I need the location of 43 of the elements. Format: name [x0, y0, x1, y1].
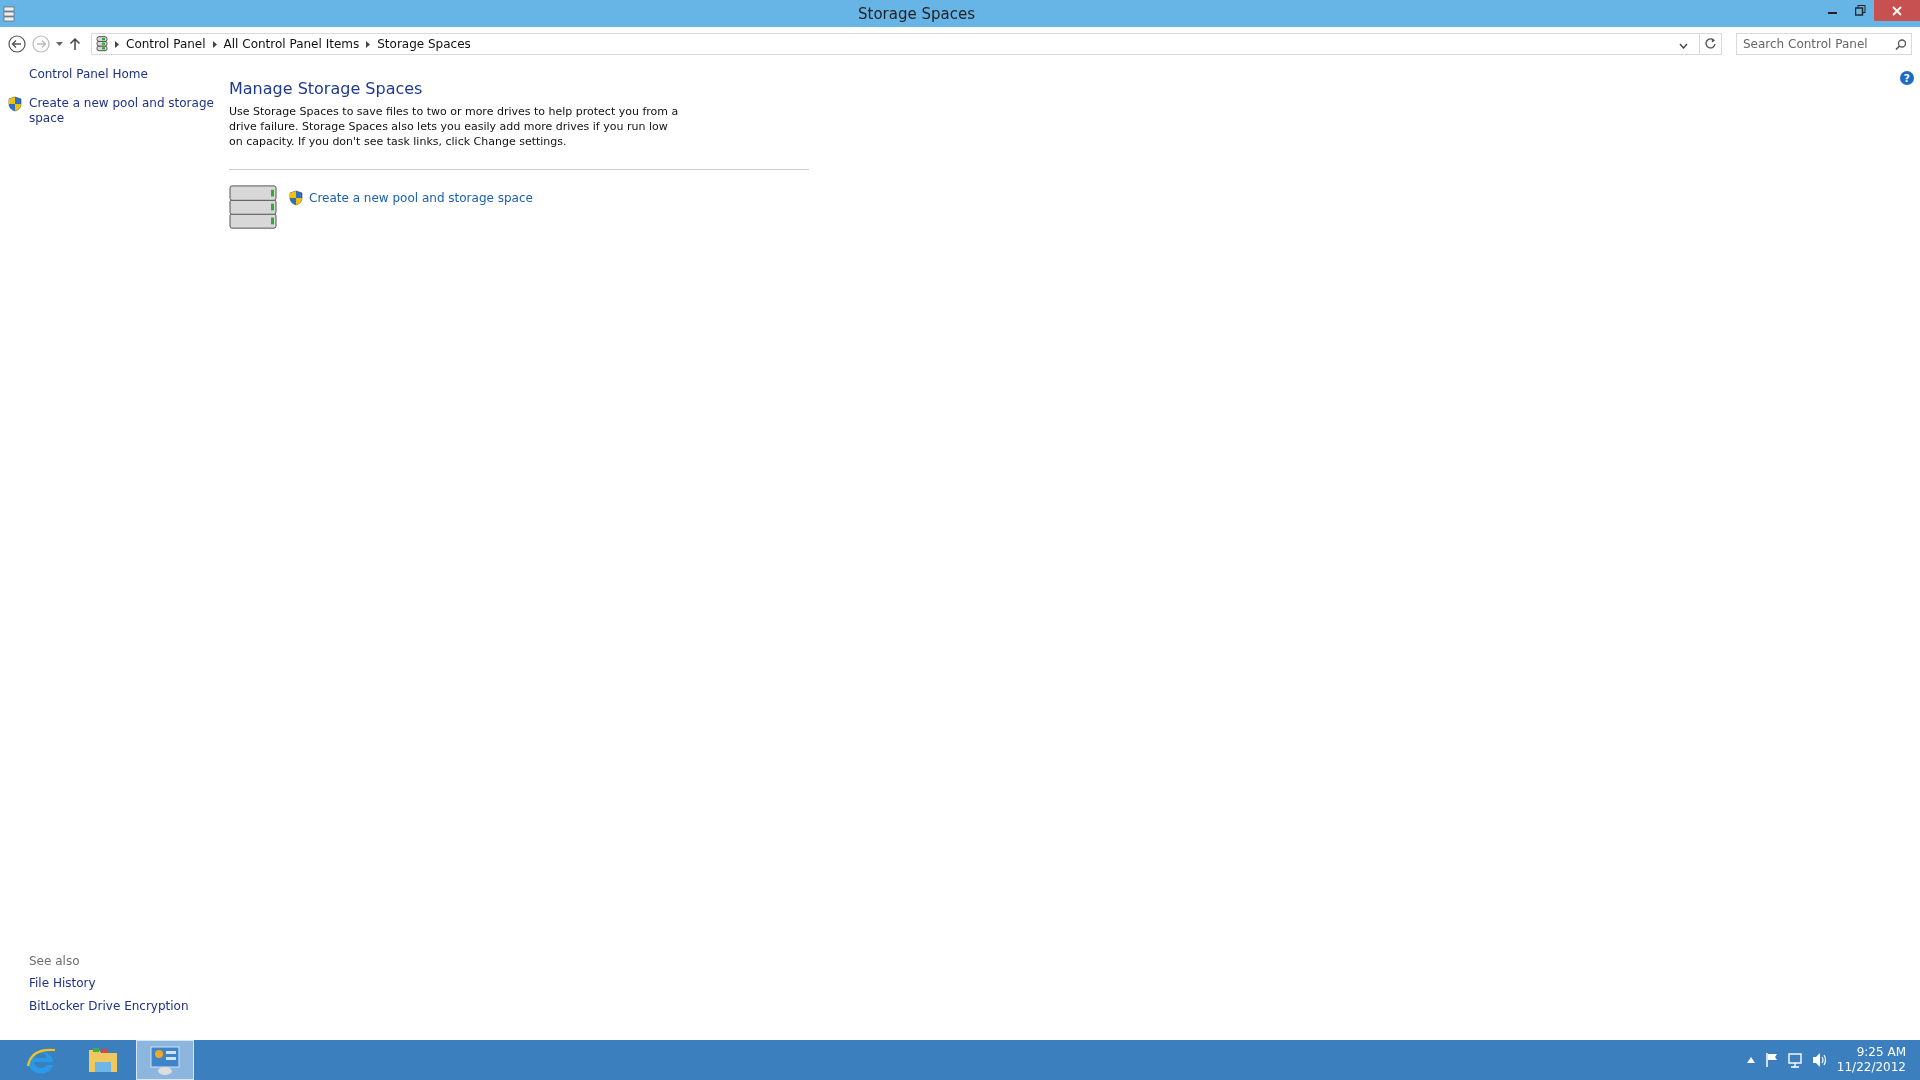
breadcrumb-item[interactable]: All Control Panel Items [223, 37, 360, 51]
flag-icon[interactable] [1764, 1052, 1778, 1068]
clock-date: 11/22/2012 [1836, 1060, 1906, 1075]
window-title: Storage Spaces [857, 4, 976, 23]
clock[interactable]: 9:25 AM 11/22/2012 [1836, 1045, 1906, 1075]
app-icon [3, 5, 15, 22]
show-hidden-icons-icon[interactable] [1746, 1057, 1755, 1063]
task-link[interactable]: Create a new pool and storage space [309, 190, 533, 206]
storage-drives-icon [229, 184, 277, 232]
taskbar-app-button[interactable] [136, 1040, 194, 1080]
recent-pages-button[interactable] [56, 42, 63, 46]
shield-icon [7, 96, 23, 112]
search-icon [1895, 39, 1906, 50]
help-button[interactable]: ? [1900, 71, 1914, 85]
restore-icon [1854, 5, 1866, 16]
breadcrumb-item[interactable]: Storage Spaces [377, 37, 471, 51]
speaker-icon[interactable] [1811, 1052, 1827, 1068]
see-also-heading: See also [29, 954, 81, 968]
description-text: Use Storage Spaces to save files to two or more drives to help protect you from a drive failure. Storage Spaces also lets you easily add more drives if you run low on capacity. If you don't see task links, click Change settings. [229, 104, 679, 149]
breadcrumb-item[interactable]: Control Panel [126, 37, 206, 51]
back-button[interactable] [8, 35, 26, 53]
close-icon [1892, 5, 1902, 16]
page-heading: Manage Storage Spaces [229, 79, 424, 98]
breadcrumb-arrow-icon [366, 40, 371, 48]
close-button[interactable] [1874, 0, 1920, 21]
clock-time: 9:25 AM [1856, 1045, 1906, 1060]
task-link[interactable]: Control Panel Home [29, 67, 148, 82]
up-button[interactable] [69, 37, 81, 51]
breadcrumb-arrow-icon [115, 40, 119, 48]
address-bar[interactable]: Control Panel All Control Panel Items Storage Spaces [91, 33, 1722, 55]
control-panel-icon [149, 1044, 181, 1076]
see-also-link[interactable]: File History [29, 976, 96, 991]
network-icon[interactable] [1787, 1052, 1802, 1068]
refresh-icon [1705, 36, 1716, 49]
see-also-link[interactable]: BitLocker Drive Encryption [29, 999, 189, 1014]
search-field[interactable]: Search Control Panel [1736, 33, 1912, 55]
up-arrow-icon [69, 37, 81, 51]
storage-drives-icon [96, 36, 108, 52]
dropdown-caret-icon [56, 42, 63, 46]
breadcrumb-arrow-icon [212, 40, 217, 48]
chevron-down-icon [1679, 42, 1688, 49]
task-link[interactable]: Create a new pool and storage space [29, 96, 217, 126]
shield-icon [289, 190, 303, 206]
